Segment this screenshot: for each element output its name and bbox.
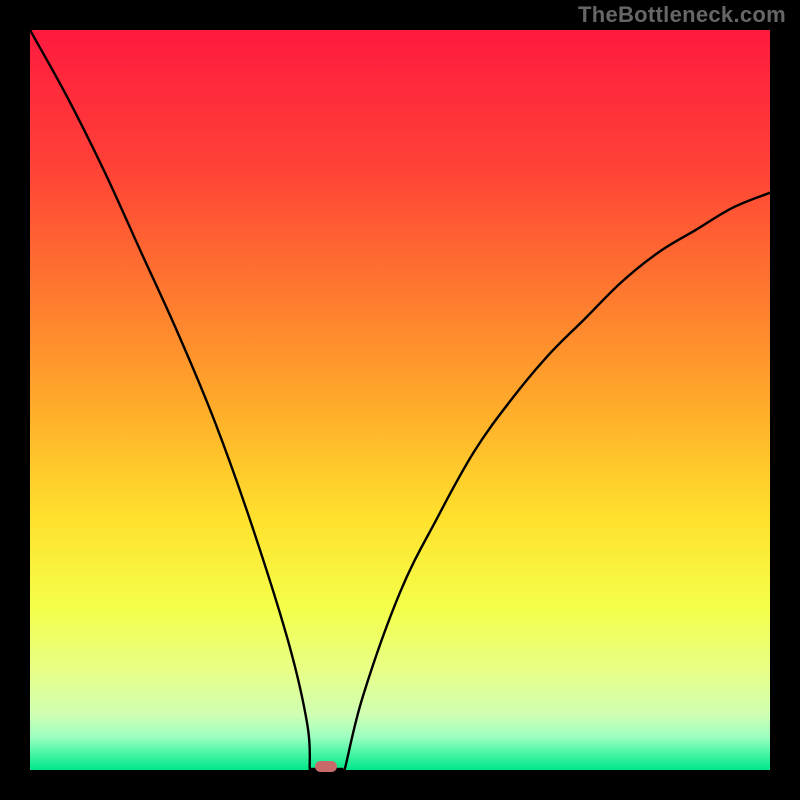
bottleneck-chart [0,0,800,800]
watermark-text: TheBottleneck.com [578,2,786,28]
optimum-marker [315,761,337,772]
chart-frame: TheBottleneck.com [0,0,800,800]
plot-background [30,30,770,770]
